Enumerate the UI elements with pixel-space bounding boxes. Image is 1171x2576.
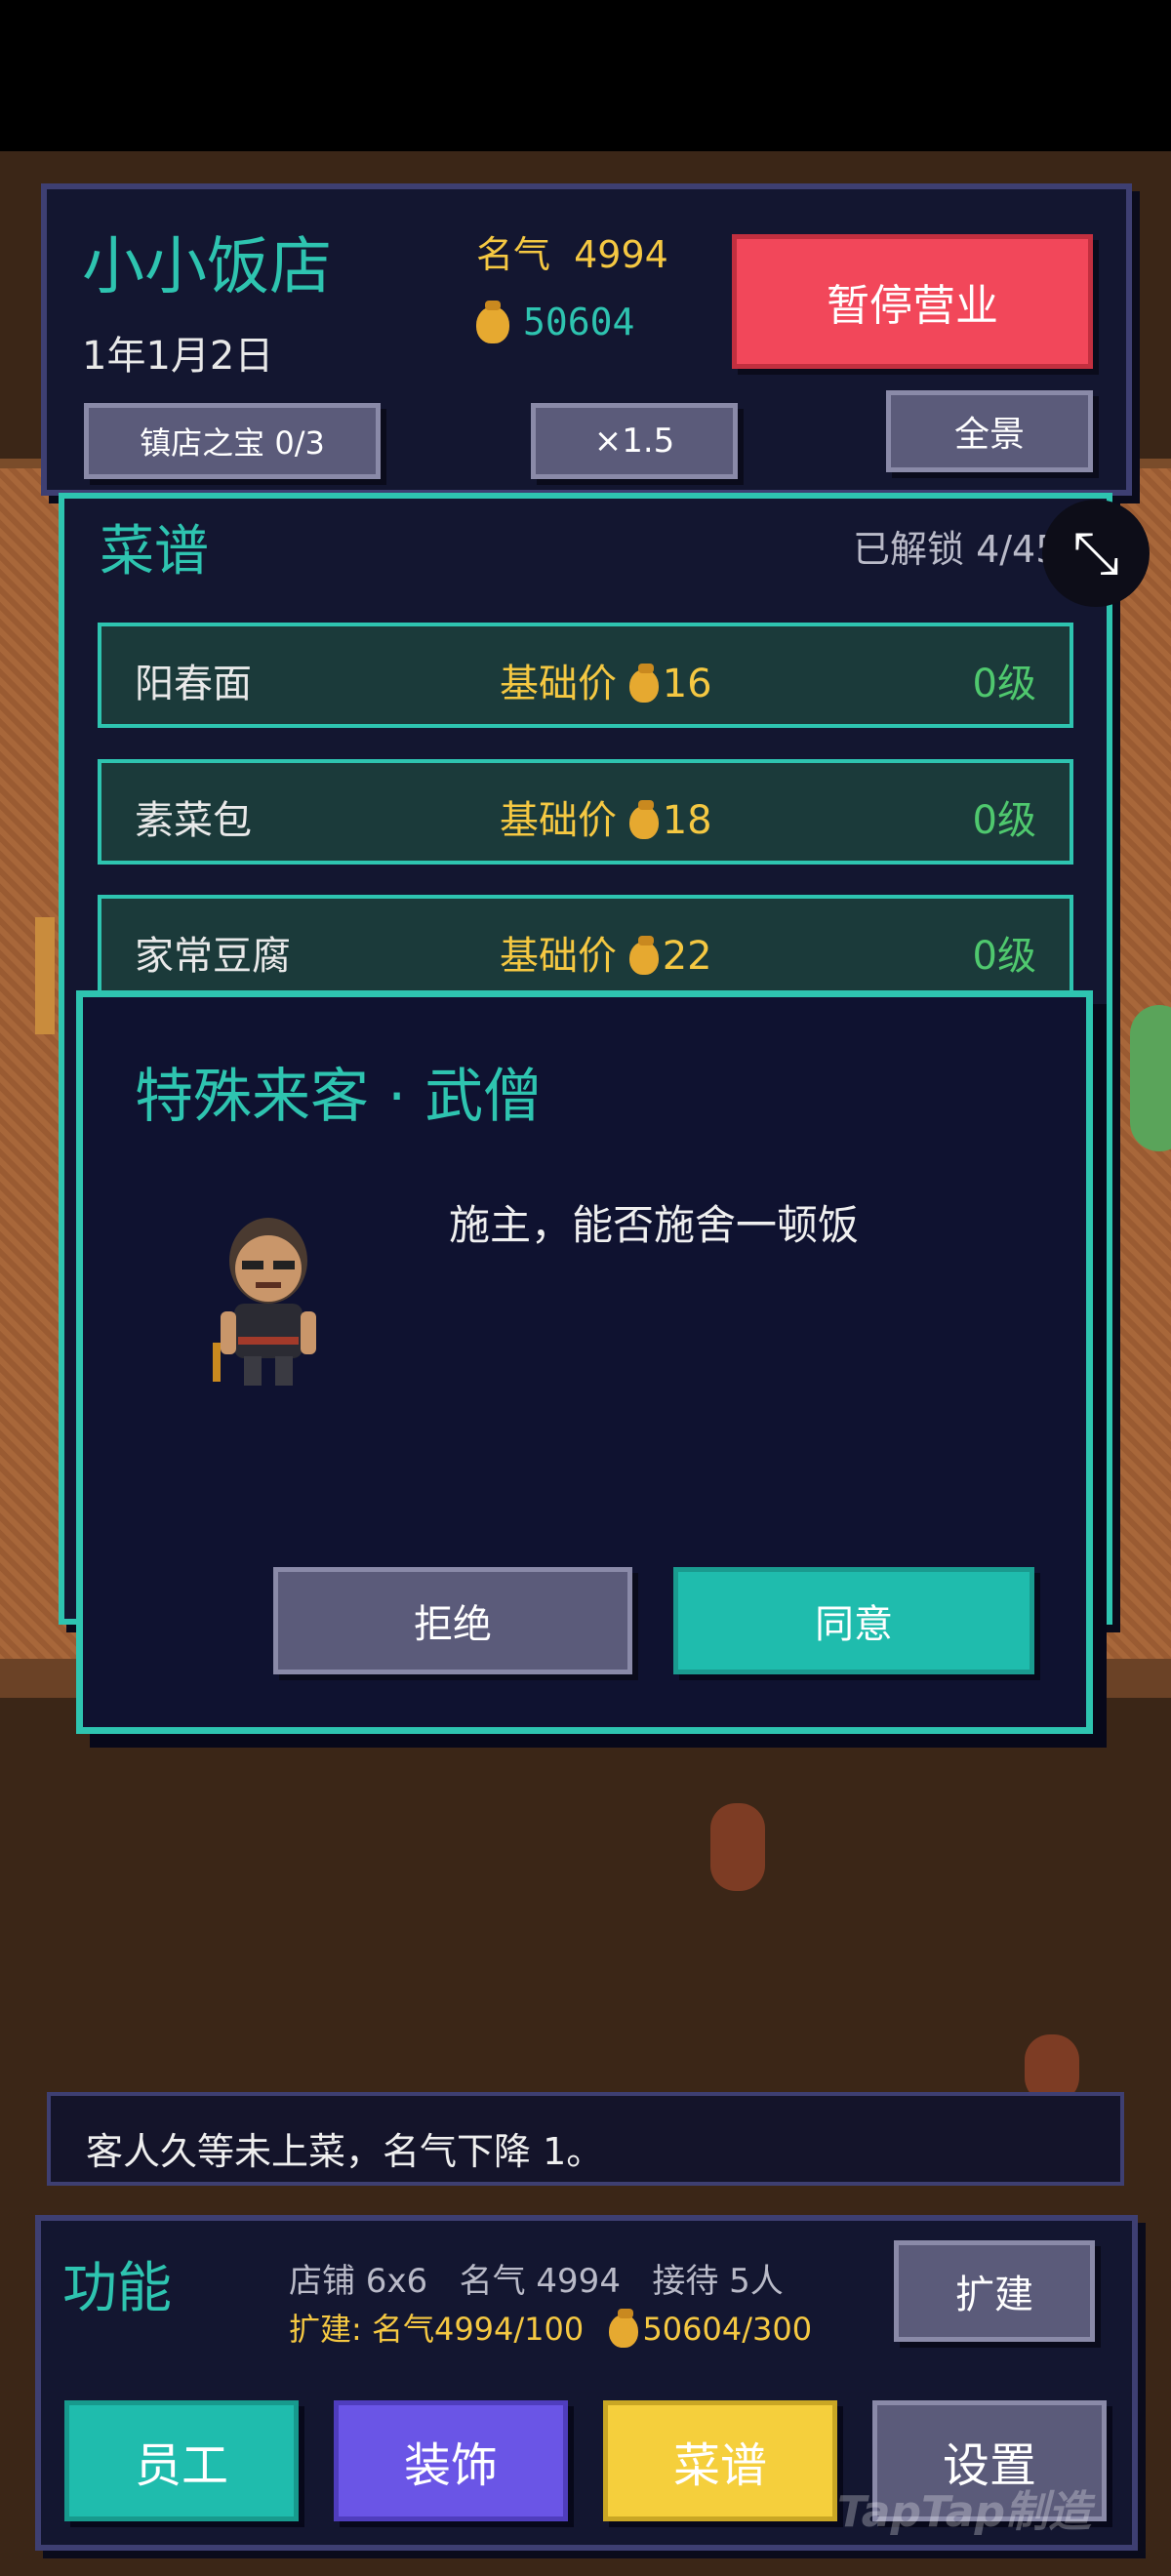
collapse-icon[interactable]: ⤡ xyxy=(1042,500,1150,607)
coin-display: 50604 xyxy=(476,300,635,343)
recipe-name: 阳春面 xyxy=(135,662,252,706)
taptap-watermark: TapTap制造 xyxy=(837,2487,1091,2537)
staff-button[interactable]: 员工 xyxy=(64,2400,299,2521)
expand-coin-requirement: 50604/300 xyxy=(642,2311,813,2348)
panorama-button[interactable]: 全景 xyxy=(886,390,1093,472)
fame-display: 名气 4994 xyxy=(476,224,668,278)
decoration-button[interactable]: 装饰 xyxy=(334,2400,568,2521)
visitor-speech: 施主，能否施舍一顿饭 xyxy=(449,1201,860,1249)
coin-value: 50604 xyxy=(523,301,635,343)
unlocked-count: 已解锁 4/45 xyxy=(853,528,1060,571)
recipe-level: 0级 xyxy=(972,798,1036,843)
price-label: 基础价 xyxy=(500,934,617,979)
recipe-row[interactable]: 素菜包 基础价 18 0级 xyxy=(98,759,1073,865)
recipe-price: 基础价 22 xyxy=(500,924,712,981)
floor-object xyxy=(710,1803,765,1891)
agree-button[interactable]: 同意 xyxy=(673,1567,1034,1674)
recipe-row[interactable]: 阳春面 基础价 16 0级 xyxy=(98,623,1073,728)
game-date: 1年1月2日 xyxy=(82,334,274,379)
expand-button[interactable]: 扩建 xyxy=(894,2240,1095,2342)
expand-fame-requirement: 扩建: 名气4994/100 xyxy=(289,2311,585,2348)
recipe-row[interactable]: 家常豆腐 基础价 22 0级 xyxy=(98,895,1073,1000)
functions-title: 功能 xyxy=(62,2257,172,2320)
money-bag-icon xyxy=(628,800,659,839)
money-bag-icon xyxy=(628,664,659,703)
wall-decoration xyxy=(35,917,55,1034)
status-bar xyxy=(0,0,1171,151)
speed-button[interactable]: ×1.5 xyxy=(531,403,738,479)
recipe-price: 基础价 16 xyxy=(500,652,712,708)
money-bag-icon xyxy=(628,936,659,975)
shop-stats: 店铺 6x6 名气 4994 接待 5人 xyxy=(289,2262,784,2301)
recipe-panel-title: 菜谱 xyxy=(100,520,209,584)
recipe-level: 0级 xyxy=(972,934,1036,979)
menu-button[interactable]: 菜谱 xyxy=(603,2400,837,2521)
recipe-name: 家常豆腐 xyxy=(135,934,291,979)
pause-business-button[interactable]: 暂停营业 xyxy=(732,234,1093,369)
recipe-name: 素菜包 xyxy=(135,798,252,843)
fame-label: 名气 xyxy=(476,233,551,276)
dialog-title: 特殊来客 · 武僧 xyxy=(135,1063,543,1131)
chat-bubble-icon[interactable] xyxy=(1130,1005,1171,1151)
money-bag-icon xyxy=(476,300,509,343)
price-label: 基础价 xyxy=(500,662,617,706)
price-value: 22 xyxy=(662,934,712,979)
recipe-price: 基础价 18 xyxy=(500,788,712,845)
price-label: 基础价 xyxy=(500,798,617,843)
treasure-button[interactable]: 镇店之宝 0/3 xyxy=(84,403,381,479)
expand-requirements: 扩建: 名气4994/100 50604/300 xyxy=(289,2305,812,2350)
event-log-message: 客人久等未上菜，名气下降 1。 xyxy=(86,2130,604,2173)
recipe-level: 0级 xyxy=(972,662,1036,706)
fame-value: 4994 xyxy=(574,233,668,276)
money-bag-icon xyxy=(609,2309,639,2348)
price-value: 18 xyxy=(662,798,712,843)
price-value: 16 xyxy=(662,662,712,706)
monk-character-sprite xyxy=(213,1218,316,1386)
refuse-button[interactable]: 拒绝 xyxy=(273,1567,632,1674)
shop-name: 小小饭店 xyxy=(82,231,332,303)
